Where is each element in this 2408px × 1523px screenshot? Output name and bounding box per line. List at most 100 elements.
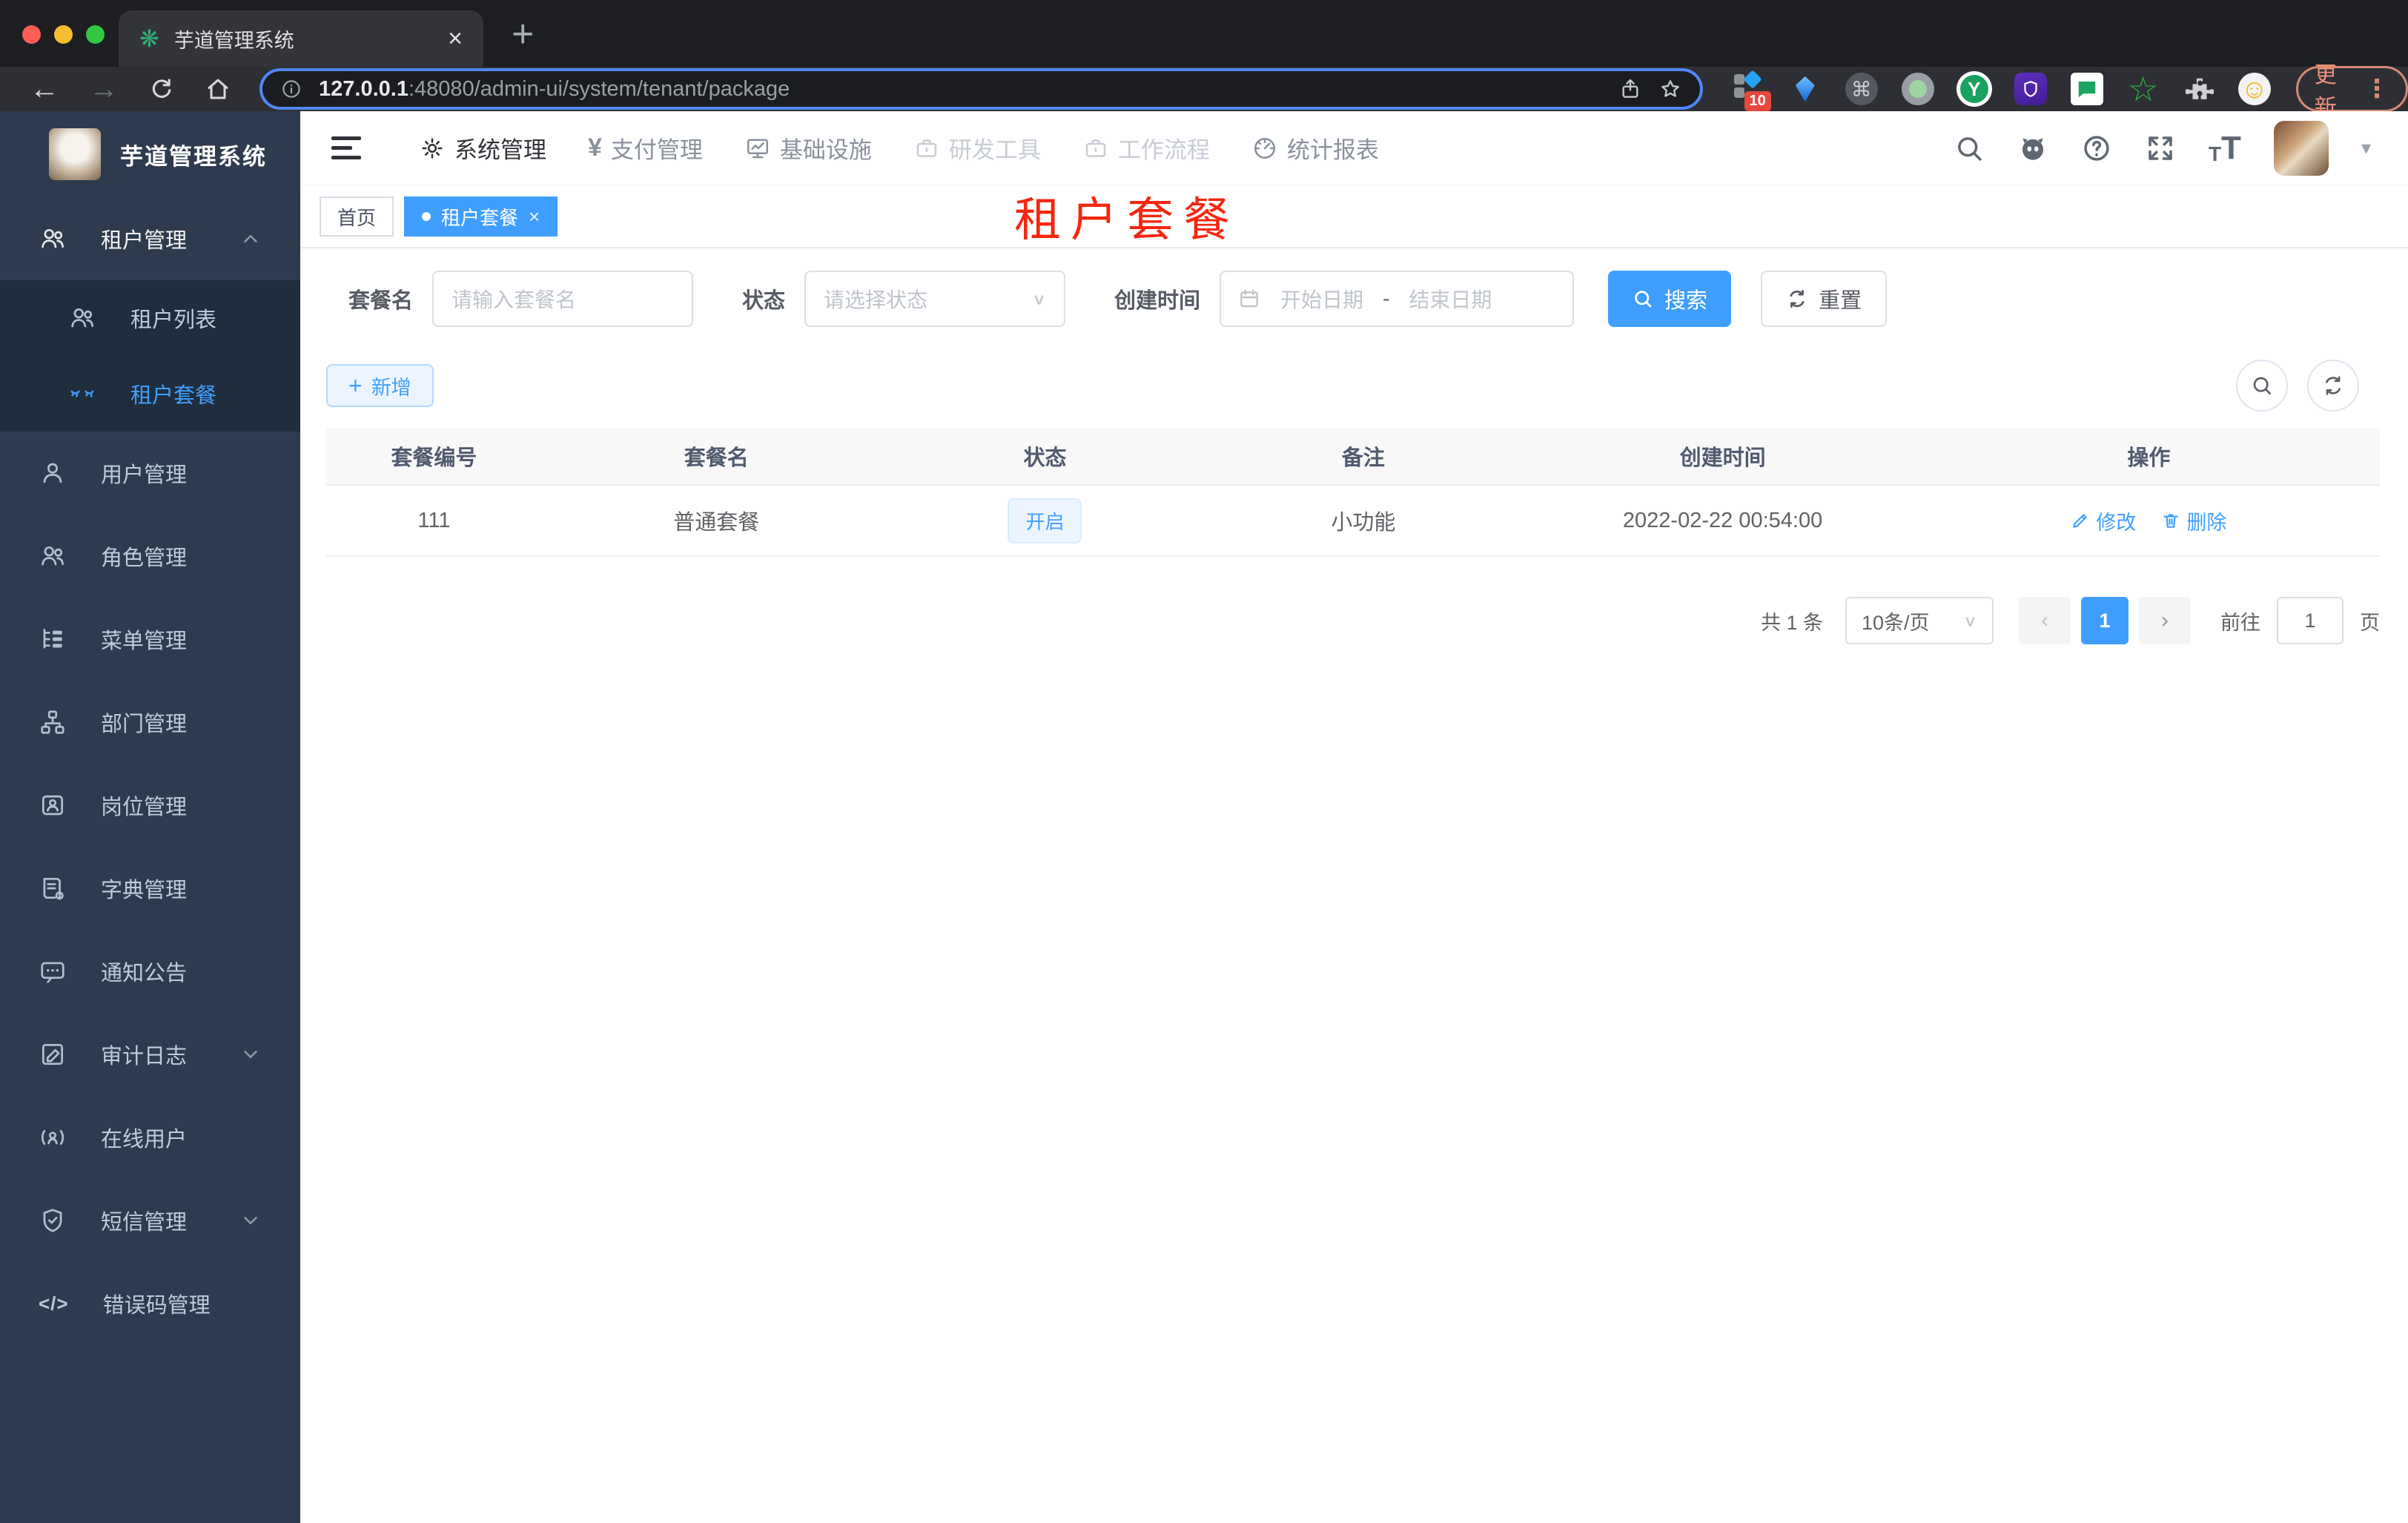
sidebar-item-error-code[interactable]: </> 错误码管理 [0, 1262, 300, 1345]
reload-button[interactable] [148, 76, 175, 102]
sidebar-item-online-users[interactable]: 在线用户 [0, 1096, 300, 1179]
cell-status: 开启 [891, 498, 1200, 544]
peoples-icon [39, 542, 67, 570]
github-icon[interactable] [2017, 133, 2048, 164]
search-icon[interactable] [1954, 133, 1985, 164]
toggle-search-button[interactable] [2236, 360, 2288, 412]
window-minimize-button[interactable] [54, 25, 73, 44]
tab-close-icon[interactable]: × [448, 26, 463, 51]
refresh-table-button[interactable] [2307, 360, 2359, 412]
page-size-select[interactable]: 10条/页 ∨ [1845, 597, 1994, 644]
next-page-button[interactable]: › [2139, 597, 2191, 644]
sidebar-fold-button[interactable] [331, 131, 361, 165]
sidebar-item-role-management[interactable]: 角色管理 [0, 515, 300, 598]
delete-link[interactable]: 删除 [2161, 506, 2226, 535]
window-close-button[interactable] [22, 25, 41, 44]
nav-item-infrastructure[interactable]: 基础设施 [744, 131, 872, 165]
extensions-puzzle-icon[interactable] [2182, 71, 2217, 107]
site-info-icon[interactable] [280, 78, 302, 100]
nav-item-dev-tools[interactable]: 研发工具 [913, 131, 1041, 165]
peoples-icon [68, 304, 96, 332]
sidebar-item-audit-log[interactable]: 审计日志 [0, 1013, 300, 1096]
browser-menu-icon[interactable]: ⋮ [2364, 74, 2389, 104]
tab-favicon-icon: ❋ [139, 25, 159, 52]
avatar[interactable] [2273, 120, 2329, 176]
url-bar[interactable]: 127.0.0.1:48080/admin-ui/system/tenant/p… [262, 71, 1700, 107]
briefcase-icon [913, 135, 940, 162]
nav-item-report[interactable]: 统计报表 [1251, 131, 1379, 165]
star-extension-icon[interactable]: ☆ [2126, 71, 2161, 107]
sidebar-item-notice[interactable]: 通知公告 [0, 930, 300, 1013]
gem-extension-icon[interactable] [1787, 71, 1823, 107]
toolbar-mini-buttons [2236, 360, 2359, 412]
package-name-input[interactable]: 请输入套餐名 [432, 271, 694, 327]
emoji-extension-icon[interactable]: ☺ [2237, 73, 2271, 105]
package-name-label: 套餐名 [348, 289, 414, 313]
status-label: 状态 [742, 289, 786, 313]
package-table: 套餐编号 套餐名 状态 备注 创建时间 操作 111 普通套餐 开启 小功能 2… [326, 428, 2380, 557]
url-path: :48080/admin-ui/system/tenant/package [408, 76, 790, 101]
date-range-picker[interactable]: 开始日期 - 结束日期 [1220, 271, 1575, 327]
fullscreen-icon[interactable] [2145, 133, 2176, 164]
nav-item-payment[interactable]: ¥ 支付管理 [588, 131, 703, 165]
url-text[interactable]: 127.0.0.1:48080/admin-ui/system/tenant/p… [319, 77, 1602, 102]
sidebar-item-user-management[interactable]: 用户管理 [0, 432, 300, 515]
tree-table-icon [39, 625, 67, 653]
sidebar-item-label: 错误码管理 [102, 1294, 211, 1318]
user-icon [39, 459, 67, 487]
status-select[interactable]: 请选择状态 ∨ [804, 271, 1066, 327]
bookmark-star-icon[interactable] [1658, 77, 1682, 101]
help-icon[interactable] [2081, 133, 2112, 164]
page-unit-label: 页 [2360, 611, 2380, 634]
forward-button[interactable]: → [89, 74, 119, 104]
share-icon[interactable] [1618, 77, 1642, 101]
recorder-extension-icon[interactable] [1900, 71, 1936, 107]
app-header: 系统管理 ¥ 支付管理 基础设施 研发工具 工作流程 统计报表 T T ▾ [300, 111, 2408, 185]
shield-check-icon [39, 1206, 67, 1235]
caret-down-icon[interactable]: ▾ [2361, 136, 2371, 159]
sidebar: 芋道管理系统 租户管理 租户列表 租户套餐 用户管理 角色管理 菜单管理 部门管… [0, 111, 300, 1523]
tag-tenant-package[interactable]: 租户套餐 × [404, 196, 558, 237]
cell-package-id: 111 [417, 508, 451, 532]
shield-extension-icon[interactable] [2013, 71, 2048, 107]
org-tree-icon [39, 708, 67, 736]
sidebar-item-menu-management[interactable]: 菜单管理 [0, 598, 300, 681]
sidebar-item-tenant-package[interactable]: 租户套餐 [0, 356, 300, 432]
y-extension-icon[interactable]: Y [1956, 71, 1992, 107]
add-button[interactable]: + 新增 [326, 364, 434, 407]
window-zoom-button[interactable] [86, 25, 105, 44]
sidebar-item-tenant-list[interactable]: 租户列表 [0, 280, 300, 356]
browser-tab[interactable]: ❋ 芋道管理系统 × [119, 10, 483, 67]
post-badge-icon [39, 791, 67, 819]
sidebar-item-tenant-management[interactable]: 租户管理 [0, 197, 300, 280]
date-separator: - [1383, 287, 1390, 310]
extension-with-badge-icon[interactable]: 10 [1731, 70, 1771, 111]
tag-close-icon[interactable]: × [529, 205, 540, 228]
table-row: 111 普通套餐 开启 小功能 2022-02-22 00:54:00 修改 删… [326, 486, 2380, 557]
edit-link[interactable]: 修改 [2071, 506, 2136, 535]
goto-page-input[interactable]: 1 [2277, 597, 2344, 644]
prev-page-button[interactable]: ‹ [2019, 597, 2071, 644]
font-size-icon[interactable]: TT [2209, 131, 2241, 165]
current-page-button[interactable]: 1 [2081, 597, 2128, 644]
browser-update-button[interactable]: 更新 ⋮ [2295, 63, 2408, 120]
sidebar-item-post-management[interactable]: 岗位管理 [0, 764, 300, 847]
sidebar-item-sms-management[interactable]: 短信管理 [0, 1179, 300, 1262]
nav-item-workflow[interactable]: 工作流程 [1082, 131, 1210, 165]
home-button[interactable] [205, 76, 231, 102]
back-button[interactable]: ← [30, 74, 59, 104]
sidebar-item-dept-management[interactable]: 部门管理 [0, 681, 300, 764]
reset-button[interactable]: 重置 [1761, 271, 1888, 327]
app-logo-row[interactable]: 芋道管理系统 [0, 111, 300, 197]
nav-item-system[interactable]: 系统管理 [419, 131, 546, 165]
tag-home[interactable]: 首页 [320, 196, 394, 237]
chevron-up-icon [239, 228, 262, 250]
overlay-annotation-title: 租户套餐 [1014, 194, 1240, 246]
pagination: 共 1 条 10条/页 ∨ ‹ 1 › 前往 1 页 [326, 597, 2380, 644]
command-extension-icon[interactable]: ⌘ [1844, 71, 1879, 107]
chat-extension-icon[interactable] [2069, 71, 2105, 107]
sidebar-submenu-tenant: 租户列表 租户套餐 [0, 280, 300, 432]
new-tab-button[interactable]: + [512, 15, 534, 53]
sidebar-item-dict-management[interactable]: 字典管理 [0, 847, 300, 930]
search-button[interactable]: 搜索 [1608, 271, 1732, 327]
